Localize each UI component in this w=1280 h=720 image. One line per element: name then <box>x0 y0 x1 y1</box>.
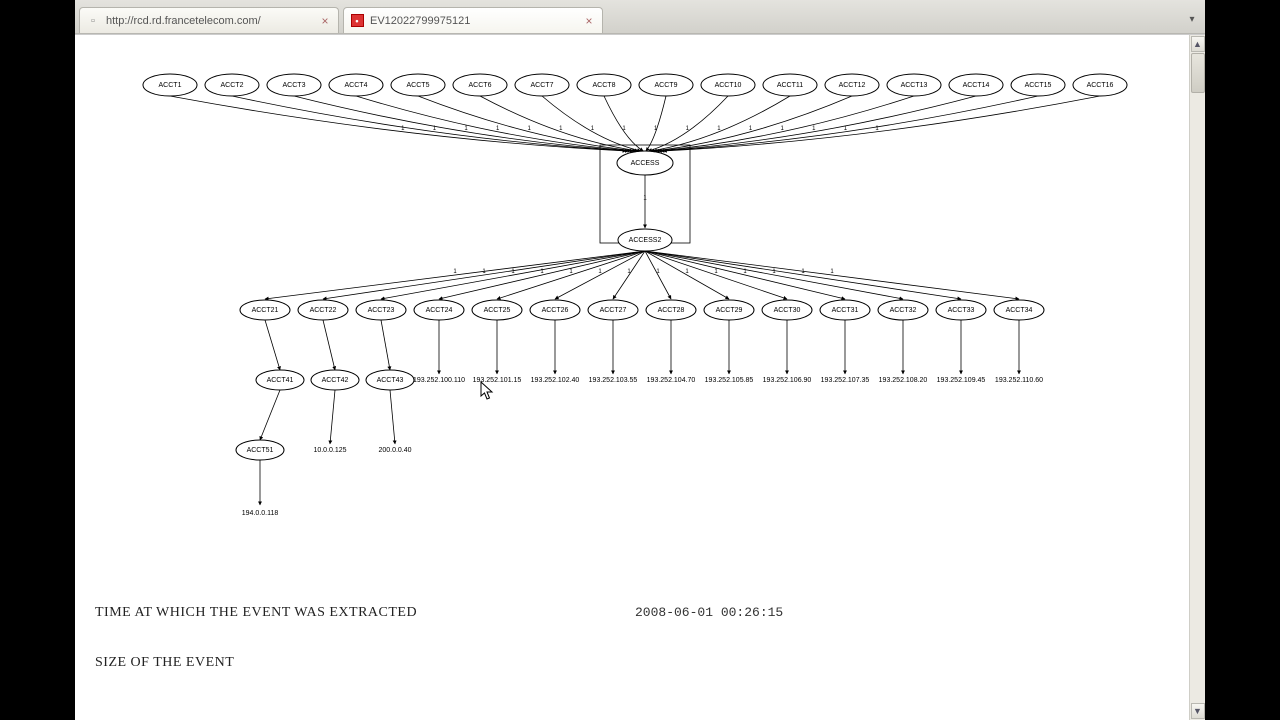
svg-text:1: 1 <box>622 126 626 132</box>
svg-text:1: 1 <box>830 269 834 275</box>
svg-text:1: 1 <box>643 196 647 202</box>
svg-text:193.252.100.110: 193.252.100.110 <box>413 377 465 384</box>
svg-text:193.252.108.20: 193.252.108.20 <box>879 377 928 384</box>
svg-text:1: 1 <box>528 126 532 132</box>
svg-text:ACCT14: ACCT14 <box>963 82 990 89</box>
svg-text:1: 1 <box>540 269 544 275</box>
tab-list-dropdown[interactable]: ▾ <box>1183 11 1201 29</box>
tab-title: EV12022799975121 <box>370 15 576 27</box>
svg-text:ACCT25: ACCT25 <box>484 307 511 314</box>
svg-text:1: 1 <box>685 269 689 275</box>
svg-text:ACCT32: ACCT32 <box>890 307 917 314</box>
svg-text:ACCT5: ACCT5 <box>407 82 430 89</box>
svg-text:1: 1 <box>801 269 805 275</box>
svg-text:ACCT42: ACCT42 <box>322 377 349 384</box>
svg-text:ACCT16: ACCT16 <box>1087 82 1114 89</box>
svg-text:193.252.101.15: 193.252.101.15 <box>473 377 522 384</box>
svg-text:10.0.0.125: 10.0.0.125 <box>313 447 346 454</box>
svg-text:ACCESS: ACCESS <box>631 160 660 167</box>
svg-text:ACCT29: ACCT29 <box>716 307 743 314</box>
scroll-track[interactable] <box>1191 53 1205 702</box>
svg-text:ACCT21: ACCT21 <box>252 307 279 314</box>
svg-text:ACCESS2: ACCESS2 <box>629 237 662 244</box>
topology-graph: ACCT1 ACCT2 ACCT3 ACCT4 ACCT5 ACCT6 ACCT7 ACCT8… <box>75 35 1187 575</box>
svg-text:ACCT33: ACCT33 <box>948 307 975 314</box>
time-label: TIME AT WHICH THE EVENT WAS EXTRACTED <box>95 605 635 621</box>
svg-text:193.252.110.60: 193.252.110.60 <box>995 377 1043 384</box>
svg-text:1: 1 <box>511 269 515 275</box>
svg-text:193.252.104.70: 193.252.104.70 <box>647 377 696 384</box>
svg-text:193.252.109.45: 193.252.109.45 <box>937 377 986 384</box>
svg-text:ACCT10: ACCT10 <box>715 82 742 89</box>
tab-1[interactable]: • EV12022799975121 × <box>343 7 603 33</box>
page-content: ACCT1 ACCT2 ACCT3 ACCT4 ACCT5 ACCT6 ACCT7 ACCT8… <box>75 34 1205 720</box>
svg-text:194.0.0.118: 194.0.0.118 <box>242 510 279 517</box>
svg-text:ACCT7: ACCT7 <box>531 82 554 89</box>
svg-text:ACCT22: ACCT22 <box>310 307 337 314</box>
svg-text:1: 1 <box>781 126 785 132</box>
svg-text:ACCT11: ACCT11 <box>777 82 803 89</box>
close-icon[interactable]: × <box>318 14 332 28</box>
svg-text:1: 1 <box>482 269 486 275</box>
svg-text:ACCT1: ACCT1 <box>159 82 182 89</box>
svg-text:ACCT26: ACCT26 <box>542 307 569 314</box>
svg-text:1: 1 <box>559 126 563 132</box>
svg-text:ACCT3: ACCT3 <box>283 82 306 89</box>
svg-text:ACCT6: ACCT6 <box>469 82 492 89</box>
tab-0[interactable]: ▫ http://rcd.rd.francetelecom.com/ × <box>79 7 339 33</box>
svg-text:ACCT23: ACCT23 <box>368 307 395 314</box>
page-icon: • <box>350 14 364 28</box>
svg-text:ACCT24: ACCT24 <box>426 307 453 314</box>
svg-text:193.252.106.90: 193.252.106.90 <box>763 377 812 384</box>
scroll-up-icon[interactable]: ▲ <box>1191 36 1205 52</box>
svg-text:ACCT13: ACCT13 <box>901 82 928 89</box>
scroll-thumb[interactable] <box>1191 53 1205 93</box>
svg-text:1: 1 <box>453 269 457 275</box>
svg-text:193.252.105.85: 193.252.105.85 <box>705 377 754 384</box>
svg-text:1: 1 <box>714 269 718 275</box>
svg-text:ACCT51: ACCT51 <box>247 447 274 454</box>
svg-text:ACCT28: ACCT28 <box>658 307 685 314</box>
svg-text:1: 1 <box>772 269 776 275</box>
svg-text:ACCT34: ACCT34 <box>1006 307 1033 314</box>
event-info: TIME AT WHICH THE EVENT WAS EXTRACTED 20… <box>95 585 1175 720</box>
svg-text:1: 1 <box>844 126 848 132</box>
page-icon: ▫ <box>86 14 100 28</box>
svg-text:ACCT41: ACCT41 <box>267 377 294 384</box>
svg-text:ACCT27: ACCT27 <box>600 307 627 314</box>
svg-text:1: 1 <box>591 126 595 132</box>
svg-text:ACCT43: ACCT43 <box>377 377 404 384</box>
tab-strip: ▫ http://rcd.rd.francetelecom.com/ × • E… <box>75 0 1205 34</box>
svg-text:ACCT2: ACCT2 <box>221 82 244 89</box>
svg-text:200.0.0.40: 200.0.0.40 <box>378 447 411 454</box>
svg-text:193.252.107.35: 193.252.107.35 <box>821 377 870 384</box>
svg-text:193.252.103.55: 193.252.103.55 <box>589 377 638 384</box>
svg-text:ACCT12: ACCT12 <box>839 82 866 89</box>
svg-text:1: 1 <box>464 126 468 132</box>
svg-text:1: 1 <box>656 269 660 275</box>
scroll-down-icon[interactable]: ▼ <box>1191 703 1205 719</box>
svg-text:1: 1 <box>812 126 816 132</box>
tab-title: http://rcd.rd.francetelecom.com/ <box>106 15 312 27</box>
svg-text:1: 1 <box>496 126 500 132</box>
browser-window: ▫ http://rcd.rd.francetelecom.com/ × • E… <box>75 0 1205 720</box>
svg-text:ACCT15: ACCT15 <box>1025 82 1052 89</box>
time-value: 2008-06-01 00:26:15 <box>635 605 783 621</box>
svg-text:193.252.102.40: 193.252.102.40 <box>531 377 580 384</box>
svg-text:ACCT9: ACCT9 <box>655 82 678 89</box>
vertical-scrollbar[interactable]: ▲ ▼ <box>1189 35 1205 720</box>
svg-text:ACCT31: ACCT31 <box>832 307 859 314</box>
size-label: SIZE OF THE EVENT <box>95 655 635 671</box>
svg-text:ACCT8: ACCT8 <box>593 82 616 89</box>
svg-text:1: 1 <box>749 126 753 132</box>
close-icon[interactable]: × <box>582 14 596 28</box>
svg-text:ACCT4: ACCT4 <box>345 82 368 89</box>
svg-text:ACCT30: ACCT30 <box>774 307 801 314</box>
